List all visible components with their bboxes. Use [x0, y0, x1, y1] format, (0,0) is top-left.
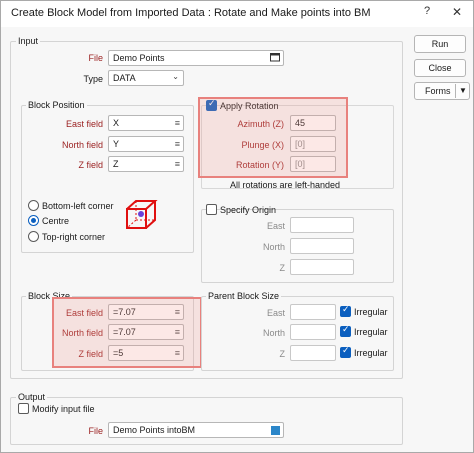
block-size-highlight: [52, 297, 202, 368]
input-group-label: Input: [16, 36, 41, 46]
radio-bottom-left[interactable]: [28, 200, 39, 211]
radio-bottom-left-label: Bottom-left corner: [42, 201, 114, 211]
irregular-north-label: Irregular: [354, 327, 388, 337]
block-position-label: Block Position: [26, 100, 87, 110]
position-z-field[interactable]: Z ≡: [108, 156, 184, 172]
block-cube-icon: [124, 198, 158, 232]
radio-centre-label: Centre: [42, 216, 70, 226]
parent-z-label: Z: [279, 349, 286, 359]
origin-north-field[interactable]: [290, 238, 354, 254]
output-file-field[interactable]: Demo Points intoBM: [108, 422, 284, 438]
parent-north-label: North: [262, 328, 285, 338]
origin-north-label: North: [262, 242, 285, 252]
help-icon[interactable]: ?: [419, 5, 435, 17]
rotation-highlight: [198, 97, 348, 178]
input-type-label: Type: [83, 74, 103, 84]
origin-z-label: Z: [279, 263, 286, 273]
position-north-label: North field: [61, 140, 103, 150]
close-button[interactable]: Close: [414, 59, 466, 77]
position-east-value: X: [113, 118, 120, 128]
forms-button[interactable]: Forms ▼: [414, 82, 470, 100]
specify-origin-checkbox[interactable]: [206, 204, 217, 215]
radio-top-right-label: Top-right corner: [42, 232, 106, 242]
input-type-value: DATA: [113, 73, 136, 83]
irregular-north-checkbox[interactable]: [340, 325, 351, 337]
position-north-value: Y: [113, 139, 120, 149]
field-list-icon[interactable]: ≡: [175, 118, 180, 128]
output-group-label: Output: [16, 392, 48, 402]
radio-centre[interactable]: [28, 215, 39, 226]
close-window-icon[interactable]: ✕: [449, 5, 465, 19]
irregular-east-label: Irregular: [354, 307, 388, 317]
forms-split-divider: [455, 84, 456, 98]
modify-input-file-label: Modify input file: [32, 404, 95, 414]
output-file-label: File: [88, 426, 103, 436]
window-title: Create Block Model from Imported Data : …: [11, 7, 371, 19]
file-color-icon[interactable]: [271, 426, 280, 437]
input-file-value: Demo Points: [113, 53, 165, 63]
parent-block-size-label: Parent Block Size: [206, 291, 282, 301]
input-file-field[interactable]: Demo Points: [108, 50, 284, 66]
position-z-label: Z field: [78, 160, 103, 170]
forms-dropdown-icon[interactable]: ▼: [459, 83, 467, 99]
irregular-east-checkbox[interactable]: [340, 305, 351, 317]
specify-origin-label: Specify Origin: [220, 205, 277, 215]
file-browse-icon[interactable]: [270, 52, 280, 64]
title-bar: Create Block Model from Imported Data : …: [1, 1, 473, 27]
dialog-window: Create Block Model from Imported Data : …: [0, 0, 474, 453]
output-file-value: Demo Points intoBM: [113, 425, 196, 435]
chevron-down-icon: ⌄: [172, 72, 179, 81]
origin-z-field[interactable]: [290, 259, 354, 275]
irregular-z-label: Irregular: [354, 348, 388, 358]
input-type-select[interactable]: DATA ⌄: [108, 70, 184, 86]
origin-east-field[interactable]: [290, 217, 354, 233]
position-north-field[interactable]: Y ≡: [108, 136, 184, 152]
rotation-handedness-note: All rotations are left-handed: [230, 180, 341, 190]
parent-east-field[interactable]: [290, 304, 336, 320]
field-list-icon[interactable]: ≡: [175, 159, 180, 169]
parent-north-field[interactable]: [290, 324, 336, 340]
position-z-value: Z: [113, 159, 119, 169]
forms-button-label: Forms: [425, 86, 451, 96]
origin-east-label: East: [266, 221, 285, 231]
modify-input-file-checkbox[interactable]: [18, 403, 29, 414]
irregular-z-checkbox[interactable]: [340, 346, 351, 358]
run-button[interactable]: Run: [414, 35, 466, 53]
field-list-icon[interactable]: ≡: [175, 139, 180, 149]
parent-z-field[interactable]: [290, 345, 336, 361]
input-file-label: File: [88, 53, 103, 63]
parent-east-label: East: [266, 308, 285, 318]
position-east-field[interactable]: X ≡: [108, 115, 184, 131]
position-east-label: East field: [65, 119, 103, 129]
radio-top-right[interactable]: [28, 231, 39, 242]
